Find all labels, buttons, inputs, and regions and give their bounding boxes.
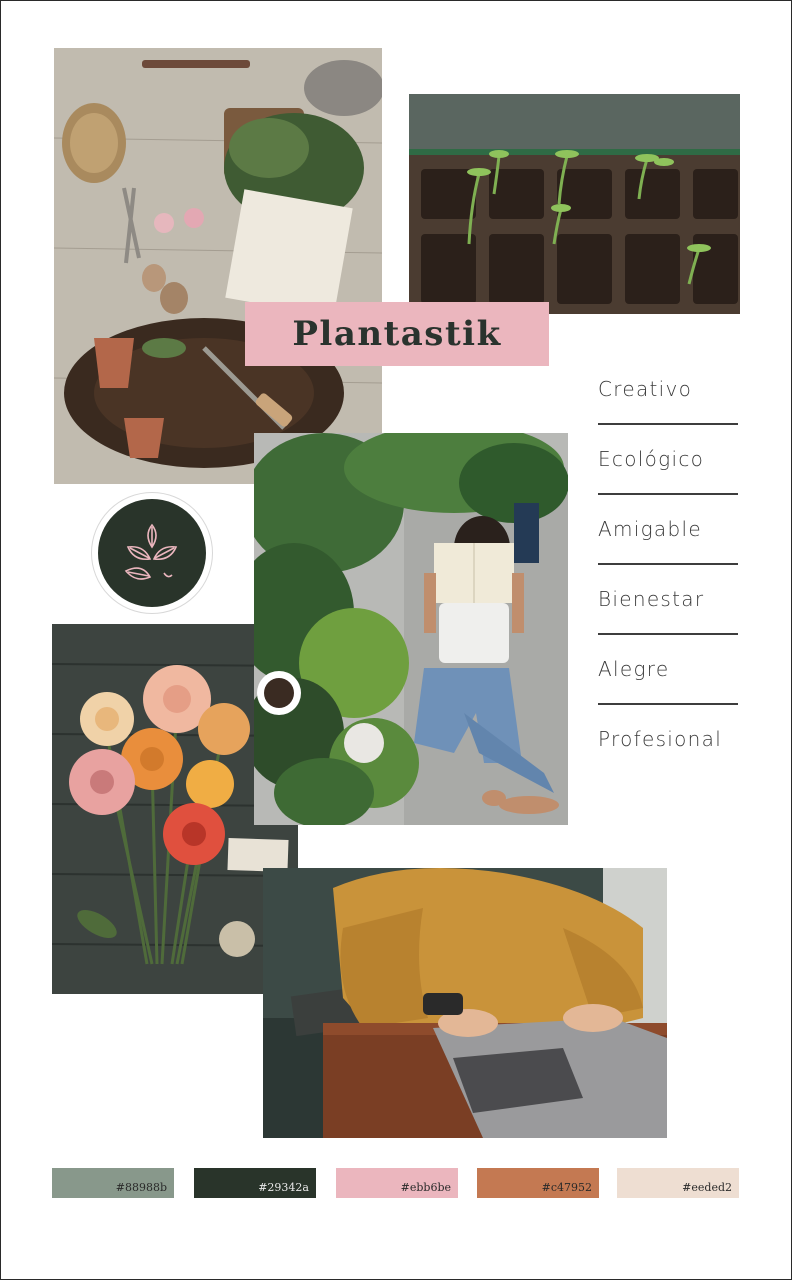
brand-logo (91, 492, 213, 614)
leaf-logo-icon (98, 499, 206, 607)
brand-keywords: Creativo Ecológico Amigable Bienestar Al… (598, 355, 740, 773)
palette-swatch-forest: #29342a (194, 1168, 316, 1198)
palette-swatch-cream: #eeded2 (617, 1168, 739, 1198)
photo-gardening-tools (54, 48, 382, 484)
palette-hex-label: #29342a (258, 1181, 309, 1194)
brand-title-banner: Plantastik (245, 302, 549, 366)
keyword-amigable: Amigable (598, 517, 702, 541)
keyword-ecologico: Ecológico (598, 447, 705, 471)
palette-hex-label: #88988b (115, 1181, 167, 1194)
palette-swatch-sage: #88988b (52, 1168, 174, 1198)
brand-name: Plantastik (292, 314, 502, 354)
palette-hex-label: #c47952 (541, 1181, 592, 1194)
palette-hex-label: #ebb6be (400, 1181, 451, 1194)
keyword-bienestar: Bienestar (598, 587, 705, 611)
keyword-alegre: Alegre (598, 657, 670, 681)
photo-person-laptop (263, 868, 667, 1138)
keyword-creativo: Creativo (598, 377, 693, 401)
keyword-profesional: Profesional (598, 727, 723, 751)
palette-hex-label: #eeded2 (682, 1181, 732, 1194)
photo-woman-reading (254, 433, 568, 825)
palette-swatch-terracotta: #c47952 (477, 1168, 599, 1198)
photo-seedling-tray (409, 94, 740, 314)
palette-swatch-pink: #ebb6be (336, 1168, 458, 1198)
